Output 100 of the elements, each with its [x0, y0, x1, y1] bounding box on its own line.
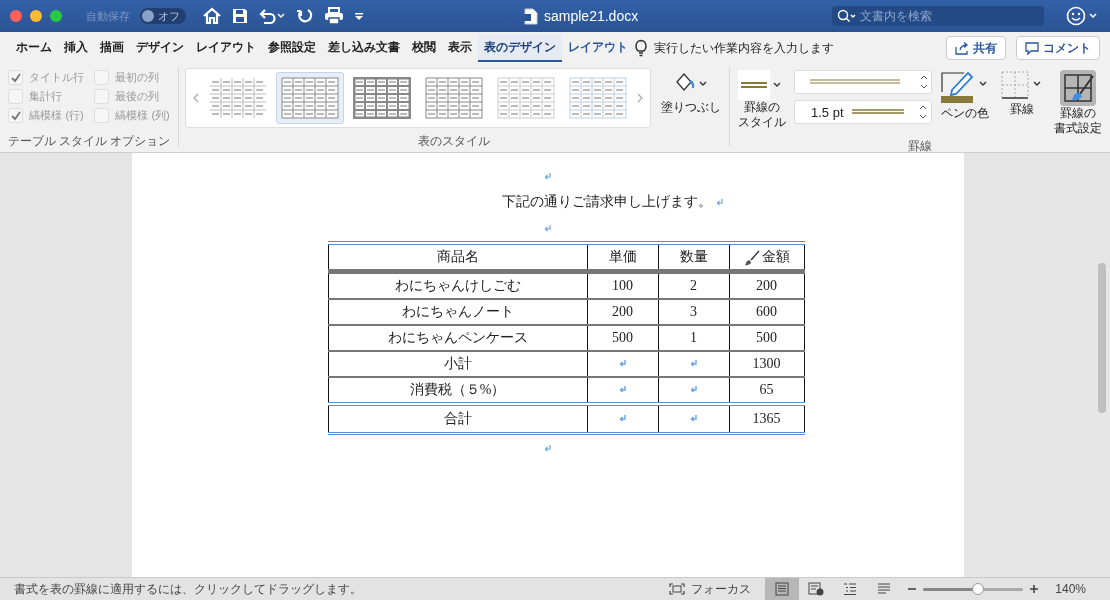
- ribbon-tab[interactable]: レイアウト: [562, 34, 634, 62]
- share-icon: [955, 41, 969, 55]
- ribbon-tab[interactable]: ホーム: [10, 34, 58, 62]
- table-cell: 500: [587, 325, 658, 351]
- ribbon-tab[interactable]: デザイン: [130, 34, 190, 62]
- paragraph-mark-icon: [544, 443, 552, 453]
- zoom-button[interactable]: [50, 10, 62, 22]
- table-cell: 500: [729, 325, 804, 351]
- table-cell: 1300: [729, 351, 804, 377]
- focus-button[interactable]: フォーカス: [663, 579, 758, 599]
- ribbon-tab[interactable]: 挿入: [58, 34, 94, 62]
- cell-mark-icon: [618, 359, 627, 368]
- status-message: 書式を表の罫線に適用するには、クリックしてドラッグします。: [14, 580, 362, 598]
- option-label: 集計行: [29, 89, 63, 104]
- table-cell: わにちゃんけしごむ: [328, 271, 587, 299]
- autosave-toggle[interactable]: オフ: [140, 8, 186, 24]
- redo-icon[interactable]: [296, 7, 314, 25]
- group-title: 罫線: [908, 137, 932, 155]
- tell-me-field[interactable]: 実行したい作業内容を入力します: [654, 39, 834, 57]
- document-icon: [524, 7, 538, 25]
- border-style-button[interactable]: 罫線の スタイル: [736, 68, 788, 132]
- print-icon[interactable]: [324, 7, 344, 25]
- paragraph-mark-icon: [544, 223, 552, 233]
- print-view-button[interactable]: [765, 578, 800, 600]
- borders-button[interactable]: 罫線: [998, 68, 1046, 120]
- lightbulb-icon: [634, 39, 648, 57]
- group-title: テーブル スタイル オプション: [7, 133, 171, 150]
- ribbon-tab[interactable]: 描画: [94, 34, 130, 62]
- button-label-line: 罫線の: [744, 101, 780, 115]
- option-label: 最初の列: [115, 70, 160, 85]
- option-label: 最後の列: [115, 89, 160, 104]
- scroll-right-icon[interactable]: [636, 93, 645, 103]
- line-weight-dropdown[interactable]: 1.5 pt: [794, 100, 932, 124]
- ribbon-tab[interactable]: レイアウト: [190, 34, 262, 62]
- zoom-in-icon[interactable]: [1029, 584, 1040, 594]
- ribbon-tab[interactable]: 参照設定: [262, 34, 322, 62]
- checkbox[interactable]: [94, 70, 110, 85]
- ribbon-tab[interactable]: 表示: [442, 34, 478, 62]
- table-cell: 1: [658, 325, 729, 351]
- undo-icon[interactable]: [258, 8, 286, 24]
- cell-mark-icon: [618, 414, 627, 423]
- search-field[interactable]: 文書内を検索: [832, 6, 1044, 26]
- intro-text: 下記の通りご請求申し上げます。: [502, 193, 712, 211]
- web-view-icon: [808, 582, 825, 596]
- button-label-line: スタイル: [738, 115, 786, 130]
- option-label: 縞模様 (列): [115, 108, 170, 123]
- zoom-percentage: 140%: [1055, 582, 1086, 596]
- paragraph-mark-icon: [716, 197, 724, 207]
- cell-mark-icon: [689, 359, 698, 368]
- draft-view-icon: [876, 582, 893, 596]
- ribbon-tab[interactable]: 表のデザイン: [478, 34, 562, 62]
- autosave-label: 自動保存: [86, 8, 130, 24]
- group-title: 表のスタイル: [418, 133, 491, 150]
- checkbox[interactable]: [8, 70, 24, 85]
- comment-icon: [1025, 41, 1039, 55]
- brush-cursor-icon: [743, 249, 760, 266]
- cell-mark-icon: [618, 385, 627, 394]
- checkbox[interactable]: [8, 108, 24, 123]
- cell-mark-icon: [689, 414, 698, 423]
- home-icon[interactable]: [202, 7, 222, 25]
- checkbox[interactable]: [8, 89, 24, 104]
- column-header: 商品名: [328, 243, 587, 272]
- scroll-left-icon[interactable]: [192, 93, 201, 103]
- table-cell: わにちゃんノート: [328, 299, 587, 325]
- line-style-dropdown[interactable]: [794, 70, 932, 94]
- column-header: 単価: [587, 243, 658, 272]
- table-cell: 消費税（５%）: [328, 377, 587, 404]
- ribbon-tab[interactable]: 校閲: [406, 34, 442, 62]
- smiley-icon[interactable]: [1066, 6, 1100, 26]
- button-label-line: 書式設定: [1054, 121, 1102, 136]
- save-icon[interactable]: [232, 8, 248, 24]
- table-cell: 1365: [729, 404, 804, 434]
- table-cell: 200: [729, 271, 804, 299]
- ribbon-tab[interactable]: 差し込み文書: [322, 34, 406, 62]
- table-cell: 100: [587, 271, 658, 299]
- checkbox[interactable]: [94, 89, 110, 104]
- comment-button[interactable]: コメント: [1016, 36, 1100, 60]
- table-cell: 3: [658, 299, 729, 325]
- checkbox[interactable]: [94, 108, 110, 123]
- shading-button[interactable]: 塗りつぶし: [659, 68, 724, 118]
- column-header: 数量: [658, 243, 729, 272]
- outline-view-icon: [842, 582, 859, 596]
- border-painter-icon: [1060, 70, 1096, 106]
- slider-thumb[interactable]: [972, 582, 985, 595]
- close-button[interactable]: [10, 10, 22, 22]
- customize-toolbar-icon[interactable]: [354, 11, 364, 21]
- table-cell: 200: [587, 299, 658, 325]
- table-cell: 2: [658, 271, 729, 299]
- border-painter-button[interactable]: 罫線の 書式設定: [1052, 68, 1104, 138]
- window-title: sample21.docx: [544, 8, 639, 24]
- column-header: 金額: [729, 243, 804, 272]
- focus-icon: [669, 583, 686, 595]
- share-button[interactable]: 共有: [946, 36, 1006, 60]
- table-style-thumbnail[interactable]: [276, 72, 345, 124]
- print-view-icon: [774, 582, 791, 596]
- pen-color-button[interactable]: ペンの色: [938, 68, 992, 124]
- table-cell: わにちゃんペンケース: [328, 325, 587, 351]
- minimize-button[interactable]: [30, 10, 42, 22]
- option-label: タイトル行: [29, 70, 85, 85]
- table-cell: 小計: [328, 351, 587, 377]
